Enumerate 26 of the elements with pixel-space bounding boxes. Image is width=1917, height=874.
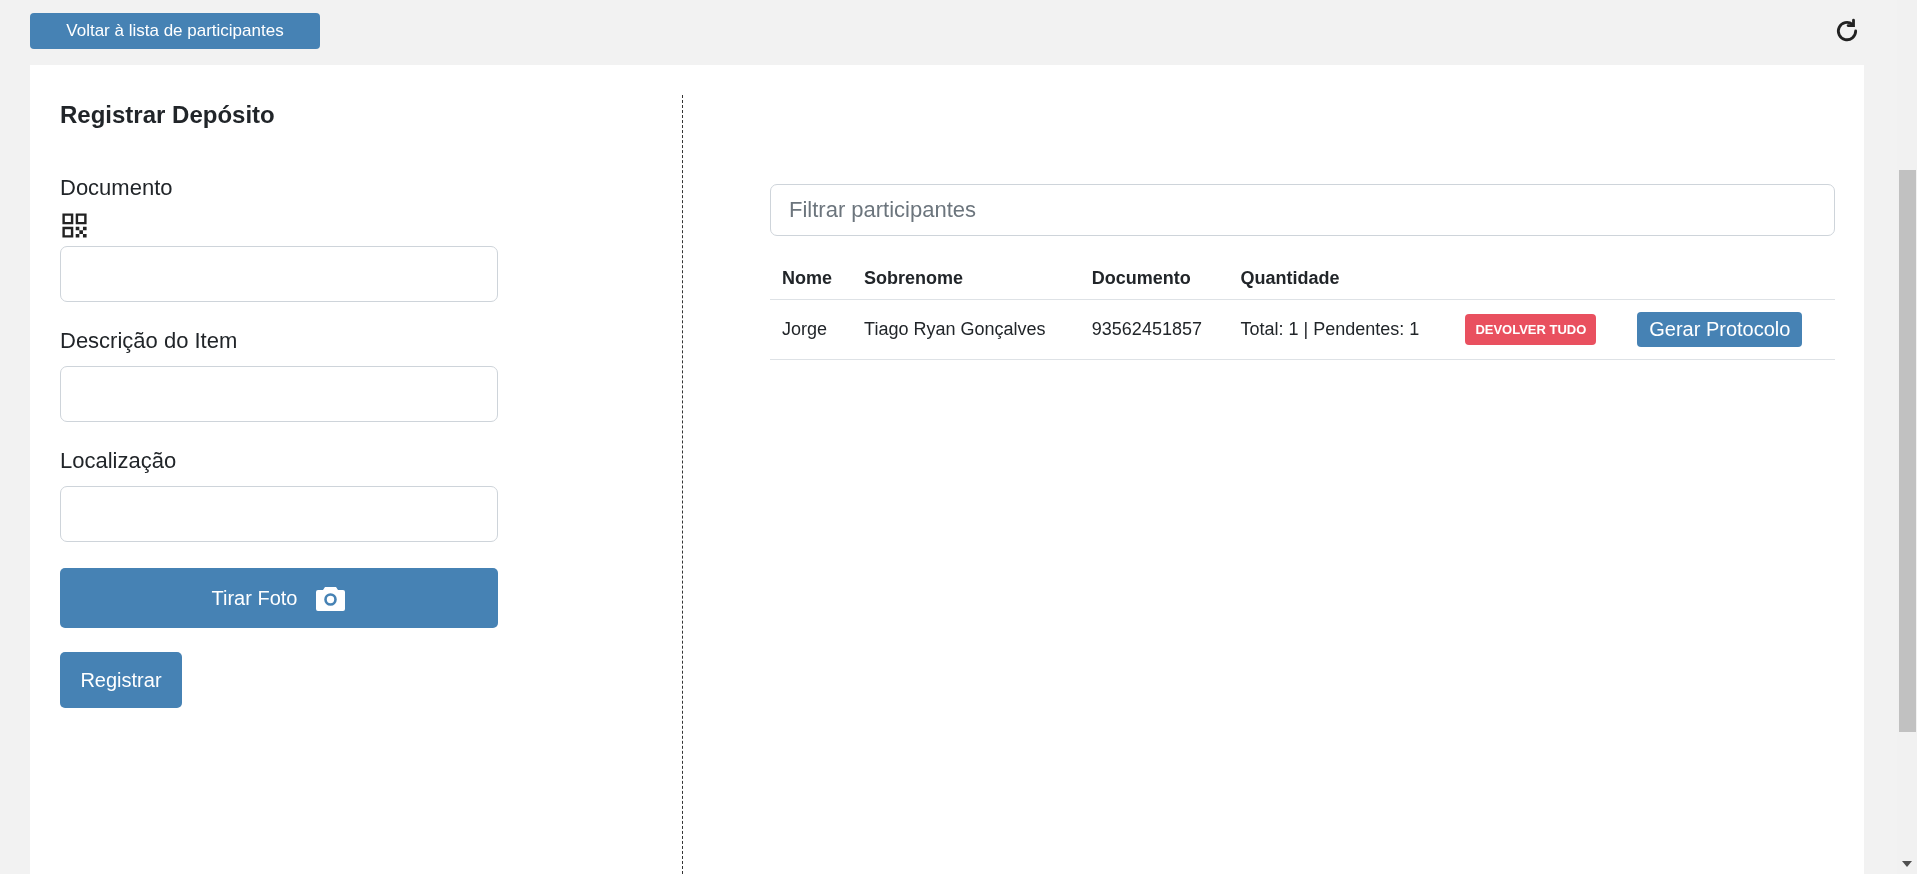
refresh-icon[interactable] [1834,18,1860,44]
input-field[interactable] [60,486,498,542]
register-button[interactable]: Registrar [60,652,182,708]
return-all-button[interactable]: DEVOLVER TUDO [1465,314,1597,345]
back-button[interactable]: Voltar à lista de participantes [30,13,320,49]
table-cell: Tiago Ryan Gonçalves [852,299,1080,360]
input-field[interactable] [60,366,498,422]
field-label: Documento [60,175,174,201]
field-label: Localização [60,448,178,474]
input-field[interactable] [60,246,498,302]
scroll-down-icon[interactable] [1902,860,1912,868]
column-header: Documento [1079,258,1229,300]
scrollbar-thumb[interactable] [1898,170,1916,732]
form-title: Registrar Depósito [60,100,276,130]
column-header: Nome [770,258,853,300]
table-cell: Jorge [770,299,853,360]
table-cell: Total: 1 | Pendentes: 1 [1228,299,1454,360]
generate-protocol-button[interactable]: Gerar Protocolo [1637,312,1803,347]
table-cell: 93562451857 [1079,299,1229,360]
column-header: Quantidade [1228,258,1454,300]
camera-icon [315,584,347,612]
column-header: Sobrenome [852,258,1080,300]
take-photo-button[interactable]: Tirar Foto [60,568,498,628]
field-label: Descrição do Item [60,328,239,354]
qr-code-icon[interactable] [60,211,89,240]
filter-field[interactable]: Filtrar participantes [770,184,1835,236]
